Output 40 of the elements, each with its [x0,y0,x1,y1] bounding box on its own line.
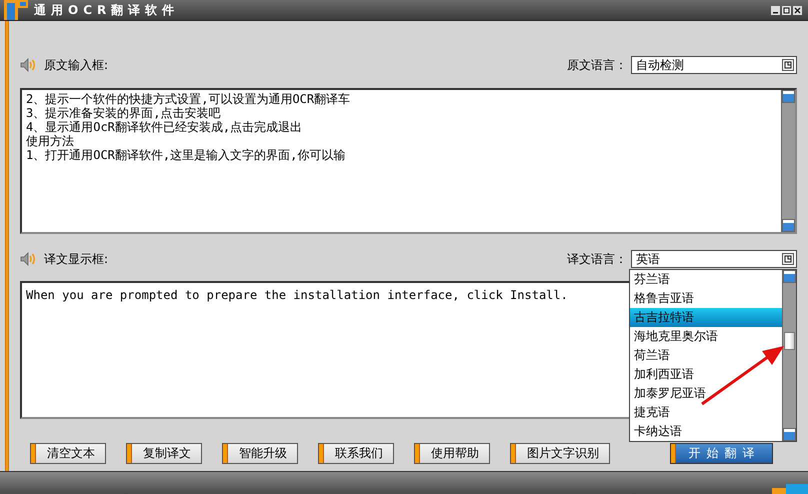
action-button[interactable]: 使用帮助 [414,443,490,464]
speaker-icon [20,58,38,72]
window-title: 通用OCR翻译软件 [34,2,180,18]
app-logo-icon [4,0,28,20]
target-language-select[interactable]: 英语 [631,250,797,268]
action-button[interactable]: 联系我们 [318,443,394,464]
language-option[interactable]: 荷兰语 [630,346,782,365]
minimize-icon[interactable] [771,6,780,14]
text-line: 4、显示通用OcR翻译软件已经安装成,点击完成退出 [26,120,302,134]
language-option[interactable]: 海地克里奥尔语 [630,327,782,346]
action-button[interactable]: 智能升级 [222,443,298,464]
language-option[interactable]: 古吉拉特语 [630,308,782,327]
resize-grip-icon[interactable] [772,484,808,494]
target-language-label: 译文语言： [567,250,627,268]
dropdown-icon[interactable] [782,253,794,265]
text-line: 1、打开通用OCR翻译软件,这里是输入文字的界面,你可以输 [26,148,346,162]
language-option[interactable]: 捷克语 [630,403,782,422]
dropdown-icon[interactable] [782,59,794,71]
text-line: 2、提示一个软件的快捷方式设置,可以设置为通用OCR翻译车 [26,92,350,106]
language-option[interactable]: 卡纳达语 [630,422,782,441]
translate-button[interactable]: 开始翻译 [670,443,773,464]
translation-text: When you are prompted to prepare the installation interface, click Install. [26,288,568,302]
target-label: 译文显示框: [44,250,108,268]
maximize-icon[interactable] [782,6,791,14]
action-button[interactable]: 复制译文 [126,443,202,464]
language-option[interactable]: 加利西亚语 [630,365,782,384]
text-line: 使用方法 [26,134,74,148]
scrollbar[interactable] [782,270,796,441]
language-option[interactable]: 格鲁吉亚语 [630,289,782,308]
action-button[interactable]: 图片文字识别 [510,443,610,464]
language-option[interactable]: 加泰罗尼亚语 [630,384,782,403]
scrollbar[interactable] [781,90,795,232]
text-line: 3、提示准备安装的界面,点击安装吧 [26,106,220,120]
source-language-select[interactable]: 自动检测 [631,56,797,74]
speaker-icon [20,252,38,266]
source-language-label: 原文语言： [567,56,627,74]
source-text-area[interactable]: 2、提示一个软件的快捷方式设置,可以设置为通用OCR翻译车 3、提示准备安装的界面,点击安装吧 4、显示通用OcR翻译软件已经安装成,点击完成退出 使用方法 1、打开通用OCR翻译软件,这里是输入文字的界面,你可以输 [20,88,797,234]
source-label: 原文输入框: [44,56,108,74]
close-icon[interactable] [793,6,802,14]
action-button[interactable]: 清空文本 [30,443,106,464]
